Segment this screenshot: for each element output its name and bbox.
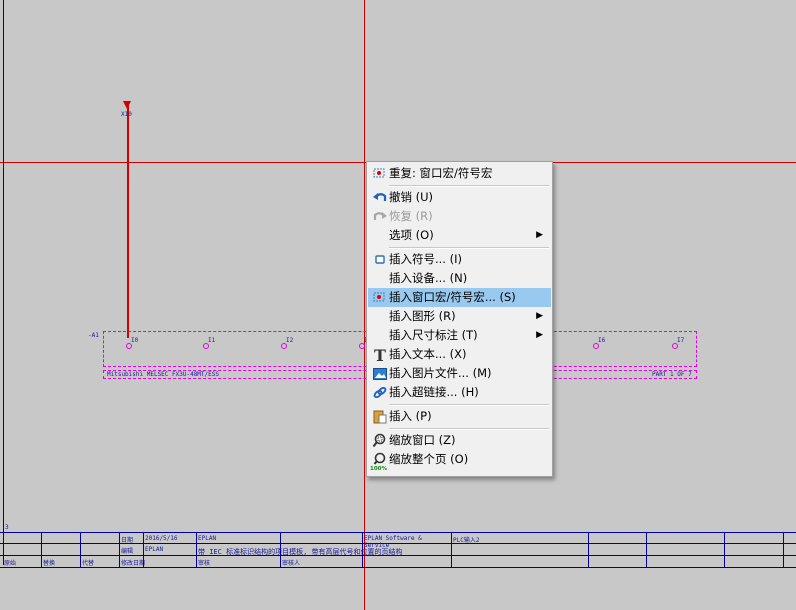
- menu-item[interactable]: 重复: 窗口宏/符号宏: [368, 164, 551, 183]
- menu-item-label: 恢复 (R): [389, 209, 433, 223]
- crosshair-vertical: [364, 0, 365, 610]
- tb-company: EPLAN: [198, 535, 217, 542]
- menu-item-label: 缩放窗口 (Z): [389, 433, 456, 447]
- tb-edit-value: EPLAN: [145, 546, 164, 553]
- menu-item-label: 插入窗口宏/符号宏... (S): [389, 290, 516, 304]
- menu-item-label: 插入图形 (R): [389, 309, 456, 323]
- redo-icon: [372, 209, 388, 224]
- undo-icon: [372, 190, 388, 205]
- submenu-arrow-icon: ▶: [536, 311, 543, 321]
- menu-item-label: 插入图片文件... (M): [389, 366, 492, 380]
- menu-item[interactable]: 选项 (O) ▶: [368, 226, 551, 245]
- zoom-badge: 100%: [370, 466, 387, 472]
- page-frame-border: [3, 0, 4, 565]
- plc-pin-label: I1: [208, 337, 216, 344]
- submenu-arrow-icon: ▶: [536, 230, 543, 240]
- menu-item[interactable]: 插入符号... (I): [368, 250, 551, 269]
- tb-date-label: 日期: [121, 537, 134, 544]
- tb-replace: 替换: [43, 560, 56, 567]
- menu-separator: [389, 185, 549, 187]
- tb-page-title: PLC输入2: [453, 537, 480, 544]
- menu-item[interactable]: 插入图形 (R) ▶: [368, 307, 551, 326]
- menu-item-label: 插入尺寸标注 (T): [389, 328, 478, 342]
- menu-item-label: 插入文本... (X): [389, 347, 467, 361]
- menu-item-label: 插入 (P): [389, 409, 432, 423]
- terminal-label: X10: [121, 111, 132, 118]
- symbol-icon: [372, 252, 388, 267]
- tb-replaced-by: 代替: [82, 560, 95, 567]
- tb-date-value: 2016/5/16: [145, 535, 178, 542]
- tb-check: 审核: [198, 560, 211, 567]
- macro-repeat-icon: [372, 166, 388, 181]
- menu-separator: [389, 404, 549, 406]
- tb-edit-label: 编辑: [121, 548, 134, 555]
- plc-pin-label: I7: [677, 337, 685, 344]
- tb-checker: 审核人: [282, 560, 301, 567]
- menu-item-label: 撤销 (U): [389, 190, 434, 204]
- page-number: 3: [5, 524, 9, 531]
- menu-separator: [389, 428, 549, 430]
- svg-text:T: T: [374, 347, 386, 362]
- menu-item-label: 选项 (O): [389, 228, 434, 242]
- menu-item[interactable]: 100% 缩放整个页 (O): [368, 450, 551, 472]
- submenu-arrow-icon: ▶: [536, 330, 543, 340]
- menu-item-label: 插入符号... (I): [389, 252, 462, 266]
- menu-item[interactable]: 插入窗口宏/符号宏... (S): [368, 288, 551, 307]
- menu-item-label: 缩放整个页 (O): [389, 452, 469, 466]
- menu-item-label: 插入超链接... (H): [389, 385, 479, 399]
- tb-original: 原始: [4, 560, 17, 567]
- menu-item[interactable]: 缩放窗口 (Z): [368, 431, 551, 450]
- menu-item[interactable]: 插入尺寸标注 (T) ▶: [368, 326, 551, 345]
- window-macro-icon: [372, 290, 388, 305]
- menu-item[interactable]: 恢复 (R): [368, 207, 551, 226]
- plc-pin-label: I2: [286, 337, 294, 344]
- menu-item[interactable]: T 插入文本... (X): [368, 345, 551, 365]
- plc-description: Mitsubishi MELSEC FX3U-48MT/ESS: [107, 371, 219, 378]
- tb-description: 带 IEC 标准标识结构的项目模板, 带有高层代号和位置的页结构: [198, 548, 403, 556]
- text-icon: T: [372, 346, 388, 365]
- wire-arrow-icon: [123, 101, 131, 109]
- plc-reference: -A1: [88, 332, 99, 339]
- plc-pin-label: I6: [598, 337, 606, 344]
- menu-item[interactable]: 插入图片文件... (M): [368, 364, 551, 383]
- menu-separator: [389, 247, 549, 249]
- menu-item[interactable]: 插入超链接... (H): [368, 383, 551, 402]
- hyperlink-icon: [372, 385, 388, 400]
- title-block: 日期 2016/5/16 EPLAN EPLAN Software & PLC输…: [0, 532, 796, 568]
- image-icon: [372, 366, 388, 381]
- menu-item[interactable]: 插入设备... (N): [368, 269, 551, 288]
- wire-connection[interactable]: [127, 102, 129, 338]
- context-menu: 重复: 窗口宏/符号宏 撤销 (U) 恢复 (R) 选项 (O) ▶ 插入符号... (I…: [366, 161, 553, 477]
- plc-part: PART 1 OF 7: [652, 371, 692, 378]
- plc-pin-label: I0: [131, 337, 139, 344]
- menu-item[interactable]: 插入 (P): [368, 407, 551, 426]
- menu-item-label: 重复: 窗口宏/符号宏: [389, 166, 493, 180]
- paste-icon: [372, 409, 388, 424]
- zoom-window-icon: [372, 433, 388, 448]
- tb-mod-date: 修改日期: [121, 560, 146, 567]
- menu-item-label: 插入设备... (N): [389, 271, 468, 285]
- menu-item[interactable]: 撤销 (U): [368, 188, 551, 207]
- tb-software: EPLAN Software &: [364, 535, 422, 542]
